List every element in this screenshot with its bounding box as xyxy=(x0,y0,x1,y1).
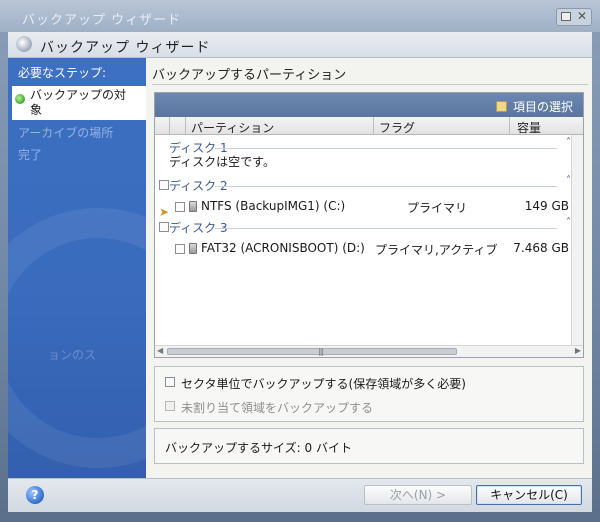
select-items-label: 項目の選択 xyxy=(512,100,573,114)
disk-2-header[interactable]: ディスク 2 ˄ xyxy=(159,175,575,195)
help-icon[interactable]: ? xyxy=(26,486,44,504)
panel-toolbar: 項目の選択 xyxy=(155,93,583,117)
partition-panel: 項目の選択 パーティション フラグ 容量 ➤ ディスク 1 ˄ ディスクは空です… xyxy=(154,92,584,358)
backup-size-panel: バックアップするサイズ: 0 バイト xyxy=(154,428,584,464)
section-title: バックアップするパーティション xyxy=(152,68,347,83)
wizard-title: バックアップ ウィザード xyxy=(40,40,211,56)
select-items-button[interactable]: 項目の選択 xyxy=(495,98,573,115)
sidebar-decoration xyxy=(8,208,146,468)
window-controls[interactable]: ✕ xyxy=(556,8,592,26)
step-archive-location[interactable]: アーカイブの場所 xyxy=(18,124,113,141)
column-capacity[interactable]: 容量 xyxy=(517,119,541,136)
step-label-line1: バックアップの対 xyxy=(30,88,127,102)
current-step-icon xyxy=(15,94,25,104)
partition-name: FAT32 (ACRONISBOOT) (D:) xyxy=(201,241,365,255)
disk-checkbox[interactable] xyxy=(159,222,169,232)
section-divider xyxy=(152,84,588,85)
partition-checkbox[interactable] xyxy=(175,244,185,254)
outer-window-title: バックアップ ウィザード xyxy=(22,13,182,28)
next-button[interactable]: 次へ(N) > xyxy=(364,485,472,505)
cancel-button[interactable]: キャンセル(C) xyxy=(476,485,582,505)
partition-size: 149 GB xyxy=(524,199,569,213)
disk-empty-note: ディスクは空です。 xyxy=(169,155,275,169)
column-separator xyxy=(185,117,186,135)
disk-divider xyxy=(215,228,557,229)
steps-sidebar: 必要なステップ: バックアップの対 象 アーカイブの場所 完了 ョンのス xyxy=(8,58,146,478)
partition-row[interactable]: FAT32 (ACRONISBOOT) (D:) プライマリ,アクティブ 7.4… xyxy=(159,239,575,259)
drive-icon xyxy=(189,201,197,212)
app-logo-icon xyxy=(16,36,32,52)
column-separator[interactable] xyxy=(509,117,510,135)
wizard-window: バックアップ ウィザード ✕ バックアップ ウィザード 必要なステップ: バック… xyxy=(0,0,600,522)
steps-heading: 必要なステップ: xyxy=(18,66,107,80)
step-backup-target[interactable]: バックアップの対 象 xyxy=(12,86,146,120)
scroll-left-icon[interactable]: ◀ xyxy=(157,346,163,355)
select-items-icon xyxy=(495,101,507,112)
scrollbar-thumb[interactable]: ||| xyxy=(167,347,457,356)
step-finish[interactable]: 完了 xyxy=(18,146,42,163)
partition-name: NTFS (BackupIMG1) (C:) xyxy=(201,199,346,213)
content-area: バックアップするパーティション 項目の選択 パーティション フラグ 容量 ➤ デ… xyxy=(146,58,592,478)
partition-row[interactable]: NTFS (BackupIMG1) (C:) プライマリ 149 GB xyxy=(159,197,575,217)
disk-checkbox[interactable] xyxy=(159,180,169,190)
sector-by-sector-checkbox[interactable] xyxy=(165,377,175,387)
partition-flag: プライマリ xyxy=(407,201,468,215)
wizard-header: バックアップ ウィザード xyxy=(8,32,592,58)
unallocated-checkbox xyxy=(165,401,175,411)
step-label-line2: 象 xyxy=(30,103,43,117)
disk-divider xyxy=(215,148,557,149)
scroll-right-icon[interactable]: ▶ xyxy=(575,346,581,355)
column-separator xyxy=(169,117,170,135)
partition-checkbox[interactable] xyxy=(175,202,185,212)
column-flag[interactable]: フラグ xyxy=(379,119,415,136)
restore-icon[interactable] xyxy=(561,12,571,21)
backup-options: セクタ単位でバックアップする(保存領域が多く必要) 未割り当て領域をバックアップ… xyxy=(154,366,584,422)
close-icon[interactable]: ✕ xyxy=(577,9,587,23)
horizontal-scrollbar[interactable]: ◀ ||| ▶ xyxy=(155,345,583,357)
column-separator[interactable] xyxy=(373,117,374,135)
sector-by-sector-label[interactable]: セクタ単位でバックアップする(保存領域が多く必要) xyxy=(181,375,466,392)
vertical-scrollbar[interactable] xyxy=(571,135,583,347)
disk-3-header[interactable]: ディスク 3 ˄ xyxy=(159,217,575,237)
partition-size: 7.468 GB xyxy=(513,241,569,255)
outer-titlebar[interactable]: バックアップ ウィザード ✕ xyxy=(0,0,600,32)
unallocated-label: 未割り当て領域をバックアップする xyxy=(181,401,374,415)
drive-icon xyxy=(189,243,197,254)
column-partition[interactable]: パーティション xyxy=(191,119,274,136)
backup-size-label: バックアップするサイズ: 0 バイト xyxy=(165,441,352,455)
sidebar-faded-text: ョンのス xyxy=(48,348,97,362)
disk-divider xyxy=(215,186,557,187)
partition-table-header: パーティション フラグ 容量 xyxy=(155,117,583,135)
wizard-body: 必要なステップ: バックアップの対 象 アーカイブの場所 完了 ョンのス バック… xyxy=(8,58,592,478)
wizard-footer: ? 次へ(N) > キャンセル(C) xyxy=(8,478,592,512)
grip-icon: ||| xyxy=(318,347,324,356)
partition-flag: プライマリ,アクティブ xyxy=(375,243,498,257)
